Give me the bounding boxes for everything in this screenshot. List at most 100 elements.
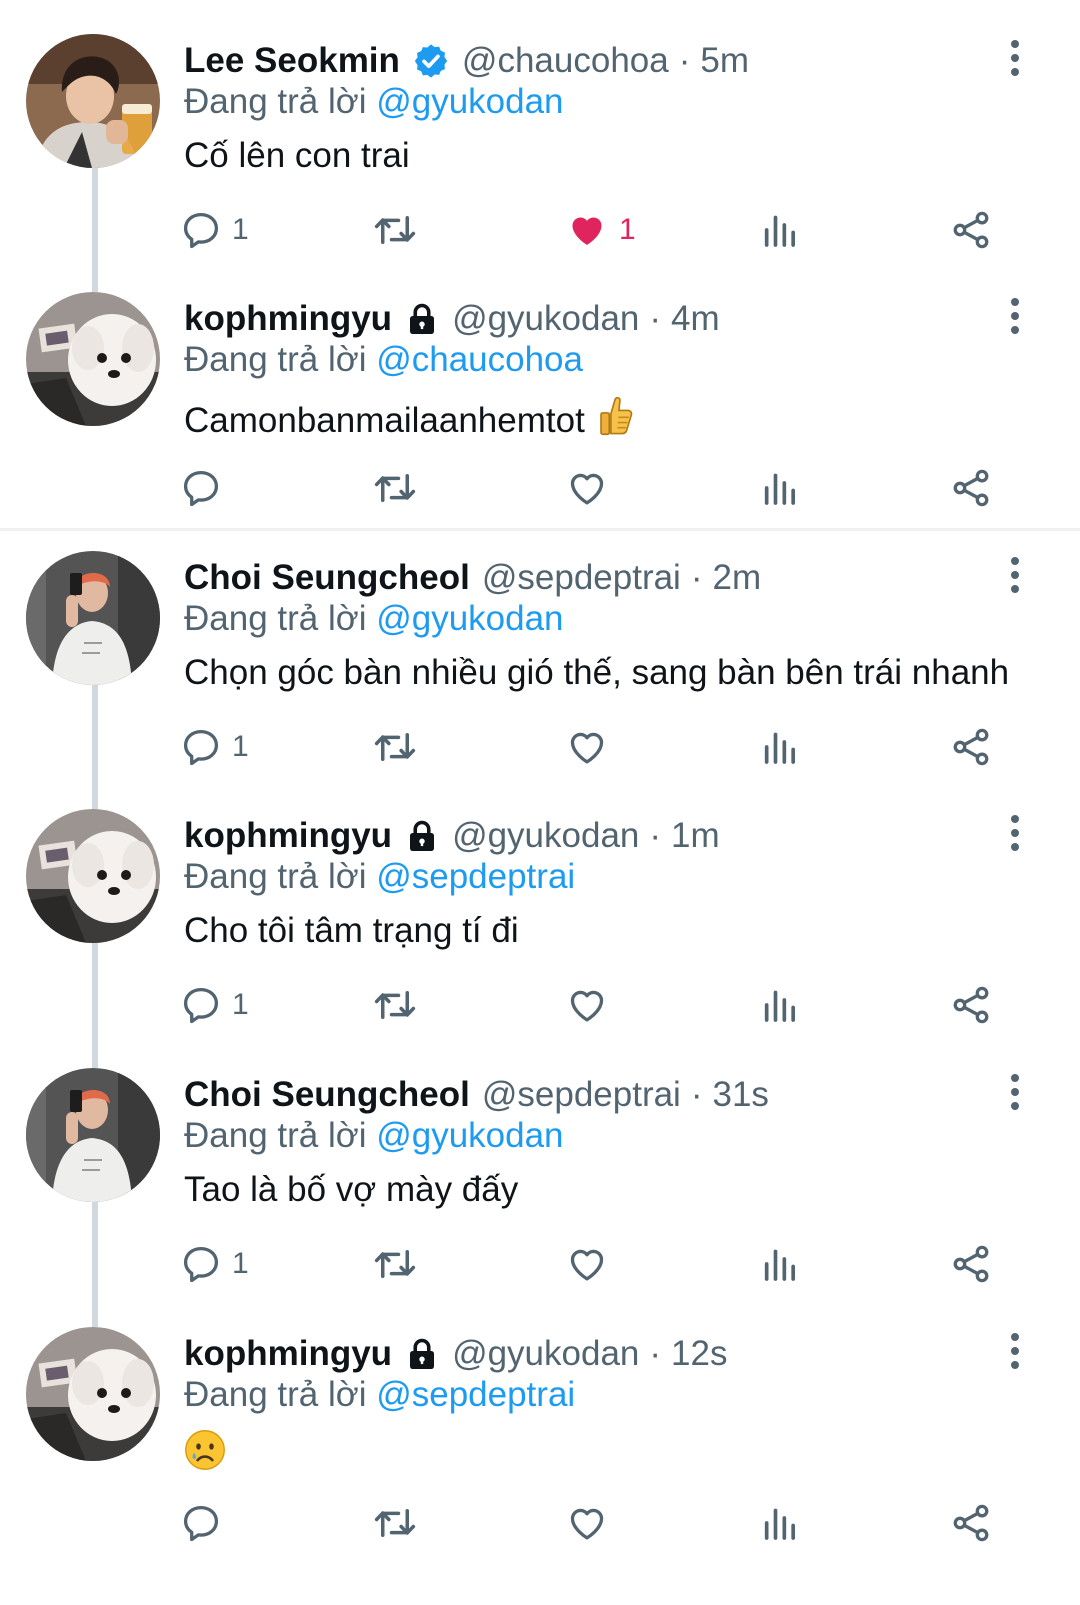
replying-to-mention[interactable]: @gyukodan [376,82,563,121]
retweet-button[interactable] [372,1239,428,1289]
like-button[interactable] [565,722,619,772]
reply-button[interactable]: 1 [180,980,249,1030]
verified-badge-icon [412,42,450,80]
reply-icon [180,1243,222,1285]
replying-to-mention[interactable]: @sepdeptrai [376,1375,575,1414]
analytics-icon [760,726,800,768]
avatar[interactable] [26,292,160,426]
avatar[interactable] [26,1068,160,1202]
analytics-button[interactable] [760,1498,800,1548]
tweet-header: Lee Seokmin @chaucohoa · 5m [184,38,749,84]
tweet-text: Chọn góc bàn nhiều gió thế, sang bàn bên… [184,653,1009,693]
action-bar: 11 [0,205,1080,255]
username-handle[interactable]: @sepdeptrai [482,1075,681,1115]
retweet-button[interactable] [372,1498,428,1548]
more-options-icon[interactable] [1003,1072,1027,1112]
like-button[interactable] [565,1498,619,1548]
more-options-icon[interactable] [1003,813,1027,853]
avatar[interactable] [26,551,160,685]
like-button[interactable]: 1 [565,205,636,255]
timestamp[interactable]: 12s [671,1334,727,1374]
analytics-button[interactable] [760,722,800,772]
replying-to-label: Đang trả lời [184,857,377,896]
reply-icon [180,726,222,768]
retweet-button[interactable] [372,980,428,1030]
more-options-icon[interactable] [1003,555,1027,595]
like-button[interactable] [565,980,619,1030]
username-handle[interactable]: @gyukodan [452,816,639,856]
tweet-header: kophmingyu @gyukodan · 12s [184,1331,727,1377]
replying-to-line: Đang trả lời @gyukodan [184,1116,564,1156]
analytics-button[interactable] [760,463,800,513]
replying-to-mention[interactable]: @sepdeptrai [376,857,575,896]
reply-tweet[interactable]: Lee Seokmin @chaucohoa · 5m Đang trả lời @gy… [0,0,1080,265]
username-handle[interactable]: @chaucohoa [462,41,669,81]
display-name[interactable]: Lee Seokmin [184,41,400,81]
avatar[interactable] [26,1327,160,1461]
tweet-text [184,1429,226,1480]
tweet-text-content: Chọn góc bàn nhiều gió thế, sang bàn bên… [184,653,1010,692]
reply-tweet[interactable]: kophmingyu @gyukodan · 1m Đang trả lời @sepd… [0,775,1080,1040]
retweet-button[interactable] [372,722,428,772]
reply-button[interactable]: 1 [180,205,249,255]
share-icon [950,209,992,251]
like-icon [565,726,609,768]
username-handle[interactable]: @gyukodan [452,299,639,339]
timestamp[interactable]: 31s [713,1075,769,1115]
timestamp[interactable]: 5m [700,41,749,81]
display-name[interactable]: kophmingyu [184,816,392,856]
share-icon [950,1502,992,1544]
more-options-icon[interactable] [1003,296,1027,336]
replying-to-label: Đang trả lời [184,1375,377,1414]
replying-to-label: Đang trả lời [184,340,377,379]
reply-button[interactable] [180,463,232,513]
reply-tweet[interactable]: kophmingyu @gyukodan · 12s Đang trả lời @sep… [0,1293,1080,1558]
display-name[interactable]: Choi Seungcheol [184,558,470,598]
share-button[interactable] [950,205,992,255]
analytics-button[interactable] [760,1239,800,1289]
timestamp[interactable]: 1m [671,816,720,856]
share-button[interactable] [950,1498,992,1548]
display-name[interactable]: Choi Seungcheol [184,1075,470,1115]
reply-tweet[interactable]: Choi Seungcheol @sepdeptrai · 31s Đang trả l… [0,1034,1080,1299]
share-button[interactable] [950,722,992,772]
separator-dot: · [690,1075,703,1114]
reply-button[interactable]: 1 [180,1239,249,1289]
separator-dot: · [690,558,703,597]
thumbs-up-emoji-icon [595,394,635,449]
avatar[interactable] [26,34,160,168]
username-handle[interactable]: @sepdeptrai [482,558,681,598]
username-handle[interactable]: @gyukodan [452,1334,639,1374]
separator-dot: · [649,816,662,855]
share-button[interactable] [950,1239,992,1289]
more-options-icon[interactable] [1003,1331,1027,1371]
replying-to-label: Đang trả lời [184,1116,377,1155]
like-button[interactable] [565,463,619,513]
retweet-button[interactable] [372,463,428,513]
display-name[interactable]: kophmingyu [184,1334,392,1374]
share-button[interactable] [950,980,992,1030]
reply-tweet[interactable]: Choi Seungcheol @sepdeptrai · 2m Đang trả lờ… [0,517,1080,782]
action-bar: 1 [0,980,1080,1030]
share-icon [950,1243,992,1285]
display-name[interactable]: kophmingyu [184,299,392,339]
analytics-icon [760,1243,800,1285]
analytics-button[interactable] [760,980,800,1030]
replying-to-mention[interactable]: @gyukodan [376,1116,563,1155]
replying-to-mention[interactable]: @chaucohoa [376,340,583,379]
retweet-button[interactable] [372,205,428,255]
reply-button[interactable]: 1 [180,722,249,772]
like-button[interactable] [565,1239,619,1289]
reply-icon [180,209,222,251]
reply-tweet[interactable]: kophmingyu @gyukodan · 4m Đang trả lời @chau… [0,258,1080,523]
timestamp[interactable]: 2m [713,558,762,598]
replying-to-mention[interactable]: @gyukodan [376,599,563,638]
reply-button[interactable] [180,1498,232,1548]
share-button[interactable] [950,463,992,513]
reply-icon [180,1502,222,1544]
timestamp[interactable]: 4m [671,299,720,339]
sad-face-emoji-icon [184,1429,226,1480]
analytics-button[interactable] [760,205,800,255]
more-options-icon[interactable] [1003,38,1027,78]
avatar[interactable] [26,809,160,943]
